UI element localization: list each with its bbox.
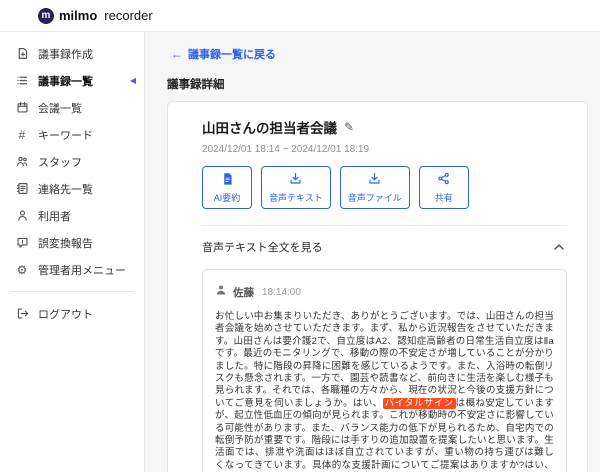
sidebar-item-logout[interactable]: ログアウト bbox=[0, 300, 144, 327]
sidebar-item-meeting-list[interactable]: 会議一覧 bbox=[0, 94, 144, 121]
meeting-title-row: 山田さんの担当者会議 ✎ bbox=[202, 117, 567, 137]
user-icon bbox=[15, 209, 29, 223]
share-icon bbox=[437, 172, 450, 188]
meeting-title: 山田さんの担当者会議 bbox=[202, 121, 337, 136]
actions-row: AI要約 音声テキスト 音声ファイル 共有 bbox=[202, 166, 567, 209]
download-audio-text-button[interactable]: 音声テキスト bbox=[261, 166, 331, 209]
sidebar-item-label: ログアウト bbox=[38, 308, 93, 321]
app-window: m milmo recorder 議事録作成 議事録一覧 ◀ 会議一覧 # キー… bbox=[0, 0, 600, 472]
sidebar-item-misconversion-report[interactable]: 誤変換報告 bbox=[0, 229, 144, 256]
contacts-icon bbox=[15, 182, 29, 196]
sidebar-item-label: 連絡先一覧 bbox=[38, 183, 93, 196]
sidebar: 議事録作成 議事録一覧 ◀ 会議一覧 # キーワード スタッフ 連絡先一覧 利用… bbox=[0, 32, 145, 472]
main-content: ← 議事録一覧に戻る 議事録詳細 山田さんの担当者会議 ✎ 2024/12/01… bbox=[145, 32, 600, 472]
download-icon bbox=[368, 172, 381, 188]
logout-icon bbox=[15, 307, 29, 321]
list-icon bbox=[15, 74, 29, 88]
speaker-row: 佐藤 18:14:00 bbox=[215, 283, 554, 301]
sidebar-item-label: スタッフ bbox=[38, 156, 82, 169]
sidebar-item-label: キーワード bbox=[38, 129, 93, 142]
minutes-detail-card: 山田さんの担当者会議 ✎ 2024/12/01 18:14 ~ 2024/12/… bbox=[167, 101, 588, 472]
sidebar-item-label: 会議一覧 bbox=[38, 102, 82, 115]
transcript-text-before: お忙しい中お集まりいただき、ありがとうございます。では、山田さんの担当者会議を始… bbox=[215, 311, 554, 409]
transcript-highlight-keyword: バイタルサイン bbox=[382, 397, 456, 409]
edit-title-icon[interactable]: ✎ bbox=[344, 120, 354, 134]
hash-icon: # bbox=[18, 127, 26, 142]
transcript-text: お忙しい中お集まりいただき、ありがとうございます。では、山田さんの担当者会議を始… bbox=[215, 311, 554, 472]
sidebar-item-admin-menu[interactable]: ⚙ 管理者用メニュー bbox=[0, 256, 144, 283]
logo-mark-icon: m bbox=[38, 7, 54, 24]
logo-text-regular: recorder bbox=[104, 8, 153, 23]
chevron-up-icon[interactable] bbox=[551, 241, 567, 253]
gear-icon: ⚙ bbox=[16, 262, 28, 277]
sidebar-item-contacts[interactable]: 連絡先一覧 bbox=[0, 175, 144, 202]
active-indicator-icon: ◀ bbox=[129, 75, 136, 85]
report-icon bbox=[15, 236, 29, 250]
action-label: 音声ファイル bbox=[347, 193, 402, 203]
download-icon bbox=[289, 172, 302, 188]
transcript-box: 佐藤 18:14:00 お忙しい中お集まりいただき、ありがとうございます。では、… bbox=[202, 269, 567, 472]
sidebar-item-label: 議事録作成 bbox=[38, 48, 93, 61]
action-label: 音声テキスト bbox=[269, 193, 323, 203]
back-arrow-icon: ← bbox=[171, 47, 183, 61]
top-bar: m milmo recorder bbox=[0, 0, 600, 32]
transcript-section: 音声テキスト全文を見る 佐藤 18:14:00 お忙しい中お集まりいただき、あり… bbox=[202, 225, 567, 472]
sidebar-item-label: 利用者 bbox=[38, 210, 71, 223]
calendar-icon bbox=[15, 101, 29, 115]
page-title: 議事録詳細 bbox=[167, 79, 225, 91]
back-to-minutes-list-link[interactable]: ← 議事録一覧に戻る bbox=[171, 46, 276, 62]
download-audio-file-button[interactable]: 音声ファイル bbox=[339, 166, 410, 209]
sidebar-item-minutes-list[interactable]: 議事録一覧 ◀ bbox=[0, 67, 144, 94]
meeting-datetime: 2024/12/01 18:14 ~ 2024/12/01 18:19 bbox=[202, 144, 370, 155]
sidebar-item-label: 議事録一覧 bbox=[38, 75, 93, 88]
document-create-icon bbox=[15, 47, 29, 61]
ai-summary-button[interactable]: AI要約 bbox=[202, 166, 252, 209]
share-button[interactable]: 共有 bbox=[418, 166, 469, 209]
transcript-section-header[interactable]: 音声テキスト全文を見る bbox=[202, 239, 567, 255]
sidebar-item-keywords[interactable]: # キーワード bbox=[0, 121, 144, 148]
sidebar-item-staff[interactable]: スタッフ bbox=[0, 148, 144, 175]
speaker-avatar-icon bbox=[215, 283, 227, 301]
transcript-heading: 音声テキスト全文を見る bbox=[202, 242, 323, 254]
action-label: AI要約 bbox=[213, 193, 241, 203]
sidebar-item-users[interactable]: 利用者 bbox=[0, 202, 144, 229]
action-label: 共有 bbox=[434, 193, 453, 203]
sidebar-item-create-minutes[interactable]: 議事録作成 bbox=[0, 40, 144, 67]
back-link-label: 議事録一覧に戻る bbox=[188, 49, 276, 61]
sidebar-item-label: 誤変換報告 bbox=[38, 237, 93, 250]
sidebar-divider bbox=[10, 291, 134, 292]
sidebar-item-label: 管理者用メニュー bbox=[38, 264, 126, 277]
logo-text-bold: milmo bbox=[59, 8, 98, 23]
staff-icon bbox=[15, 155, 29, 169]
speaker-name: 佐藤 bbox=[233, 286, 254, 299]
app-logo: m milmo recorder bbox=[38, 7, 153, 24]
document-icon bbox=[221, 172, 234, 188]
speaker-timestamp: 18:14:00 bbox=[262, 286, 301, 298]
